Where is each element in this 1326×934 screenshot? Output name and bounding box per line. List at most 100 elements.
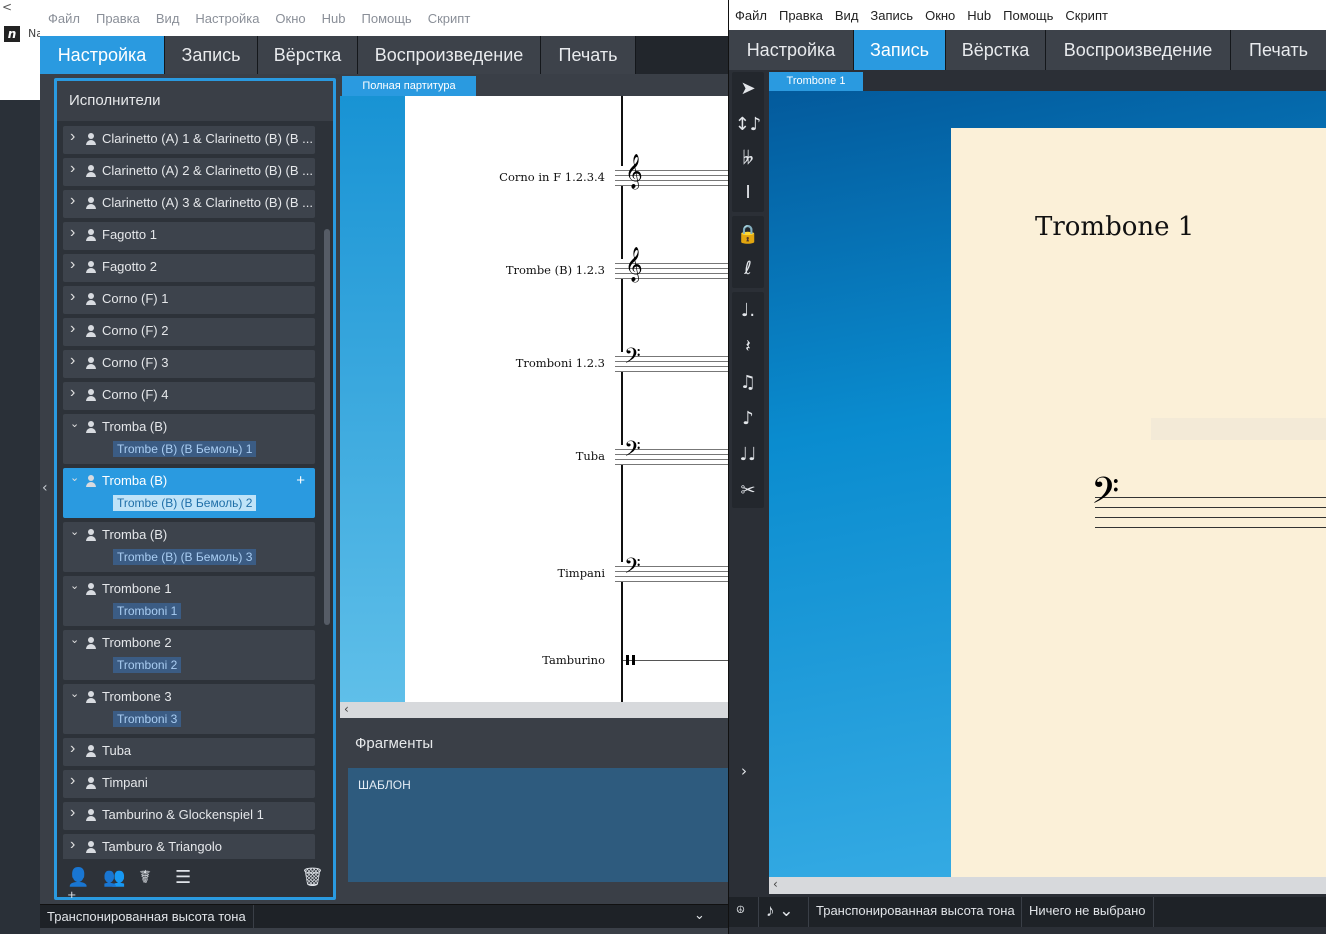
- performer-item[interactable]: ⌄ Trombone 2 Tromboni 2: [63, 630, 315, 680]
- tab-part[interactable]: Trombone 1: [769, 72, 863, 91]
- note-duration-icon[interactable]: ♪ ⌄: [759, 897, 809, 927]
- performer-item[interactable]: › Tuba: [63, 738, 315, 766]
- player-instrument-tag[interactable]: Tromboni 2: [113, 657, 182, 673]
- chevron-right-icon[interactable]: ›: [70, 192, 75, 210]
- back-icon[interactable]: <: [2, 0, 12, 14]
- menu-view[interactable]: Вид: [829, 8, 865, 23]
- note-input-icon[interactable]: ↕♪: [732, 108, 764, 142]
- performer-item[interactable]: ⌄ Tromba (B) Trombe (B) (B Бемоль) 2 +: [63, 468, 315, 518]
- tab-print[interactable]: Печать: [541, 36, 636, 74]
- chevron-down-icon[interactable]: ⌄: [70, 471, 79, 484]
- select-arrow-icon[interactable]: ➤: [732, 72, 764, 106]
- chevron-right-icon[interactable]: ›: [70, 160, 75, 178]
- performer-item[interactable]: › Corno (F) 4: [63, 382, 315, 410]
- performer-item[interactable]: ⌄ Trombone 1 Tromboni 1: [63, 576, 315, 626]
- menu-hub[interactable]: Hub: [314, 11, 354, 26]
- chevron-down-icon[interactable]: ⌄: [70, 633, 79, 646]
- performers-scrollbar[interactable]: [324, 229, 330, 625]
- chevron-down-icon[interactable]: ⌄: [70, 579, 79, 592]
- player-instrument-tag[interactable]: Trombe (B) (B Бемоль) 2: [113, 495, 257, 511]
- chevron-right-icon[interactable]: ›: [70, 740, 75, 758]
- chevron-down-icon[interactable]: ⌄: [70, 525, 79, 538]
- menu-file[interactable]: Файл: [40, 11, 88, 26]
- chevron-right-icon[interactable]: ›: [70, 804, 75, 822]
- chevron-down-icon[interactable]: ⌄: [70, 417, 79, 430]
- group-icon[interactable]: ☰: [175, 867, 199, 889]
- tab-engrave[interactable]: Вёрстка: [946, 30, 1046, 70]
- performer-item[interactable]: › Timpani: [63, 770, 315, 798]
- menu-script[interactable]: Скрипт: [420, 11, 479, 26]
- menu-view[interactable]: Вид: [148, 11, 188, 26]
- performer-item[interactable]: › Corno (F) 2: [63, 318, 315, 346]
- performer-item[interactable]: › Clarinetto (A) 3 & Clarinetto (B) (B ..…: [63, 190, 315, 218]
- app-logo-icon[interactable]: n: [4, 26, 20, 42]
- player-instrument-tag[interactable]: Trombe (B) (B Бемоль) 1: [113, 441, 257, 457]
- chevron-right-icon[interactable]: ›: [70, 320, 75, 338]
- add-performer-icon[interactable]: 👤⁺: [67, 867, 91, 909]
- chord-icon[interactable]: 𝄫: [732, 142, 764, 176]
- performer-item[interactable]: ⌄ Tromba (B) Trombe (B) (B Бемоль) 1: [63, 414, 315, 464]
- menu-file[interactable]: Файл: [729, 8, 773, 23]
- performer-item[interactable]: › Fagotto 2: [63, 254, 315, 282]
- tab-setup[interactable]: Настройка: [40, 36, 165, 74]
- expand-panel-icon[interactable]: ›: [741, 762, 747, 780]
- performer-item[interactable]: › Corno (F) 1: [63, 286, 315, 314]
- menu-edit[interactable]: Правка: [773, 8, 829, 23]
- tab-setup[interactable]: Настройка: [729, 30, 854, 70]
- transposition-status[interactable]: Транспонированная высота тона: [809, 897, 1022, 927]
- menu-hub[interactable]: Hub: [961, 8, 997, 23]
- scroll-left-icon[interactable]: ‹: [344, 702, 349, 716]
- chevron-right-icon[interactable]: ›: [70, 384, 75, 402]
- tie-icon[interactable]: ♩♩: [732, 438, 764, 472]
- menu-script[interactable]: Скрипт: [1059, 8, 1114, 23]
- performer-item[interactable]: › Corno (F) 3: [63, 350, 315, 378]
- tab-write[interactable]: Запись: [854, 30, 946, 70]
- tuplet-icon[interactable]: ♫: [732, 366, 764, 400]
- force-duration-icon[interactable]: ℓ: [732, 252, 764, 286]
- add-section-icon[interactable]: ☤: [139, 867, 163, 889]
- collapse-panel-icon[interactable]: ‹: [42, 480, 48, 496]
- rest-icon[interactable]: 𝄽: [732, 330, 764, 364]
- chevron-right-icon[interactable]: ›: [70, 128, 75, 146]
- tab-play[interactable]: Воспроизведение: [358, 36, 541, 74]
- chevron-right-icon[interactable]: ›: [70, 352, 75, 370]
- chevron-right-icon[interactable]: ›: [70, 224, 75, 242]
- menu-help[interactable]: Помощь: [354, 11, 420, 26]
- menu-setup[interactable]: Настройка: [187, 11, 267, 26]
- tab-full-score[interactable]: Полная партитура: [342, 76, 476, 96]
- performer-item[interactable]: ⌄ Tromba (B) Trombe (B) (B Бемоль) 3: [63, 522, 315, 572]
- performer-item[interactable]: › Tamburino & Glockenspiel 1: [63, 802, 315, 830]
- add-instrument-icon[interactable]: +: [296, 472, 305, 489]
- chevron-right-icon[interactable]: ›: [70, 836, 75, 854]
- performer-item[interactable]: › Fagotto 1: [63, 222, 315, 250]
- fragment-item[interactable]: ШАБЛОН: [358, 778, 411, 792]
- scissors-icon[interactable]: ✂: [732, 474, 764, 508]
- chevron-right-icon[interactable]: ›: [70, 772, 75, 790]
- score-hscrollbar[interactable]: ‹: [340, 702, 728, 718]
- trash-icon[interactable]: 🗑: [301, 867, 325, 889]
- eighth-note-icon[interactable]: ♪: [732, 402, 764, 436]
- scroll-left-icon[interactable]: ‹: [773, 877, 778, 891]
- tab-write[interactable]: Запись: [165, 36, 258, 74]
- keyboard-icon[interactable]: ☮: [729, 897, 759, 927]
- add-ensemble-icon[interactable]: 👥: [103, 867, 127, 889]
- menu-window[interactable]: Окно: [919, 8, 961, 23]
- performer-item[interactable]: ⌄ Trombone 3 Tromboni 3: [63, 684, 315, 734]
- transposition-status[interactable]: Транспонированная высота тона: [40, 905, 254, 929]
- chevron-right-icon[interactable]: ›: [70, 256, 75, 274]
- tab-play[interactable]: Воспроизведение: [1046, 30, 1231, 70]
- insert-icon[interactable]: I: [732, 176, 764, 210]
- performer-item[interactable]: › Tamburo & Triangolo: [63, 834, 315, 862]
- chevron-down-icon[interactable]: ⌄: [694, 908, 705, 923]
- performer-item[interactable]: › Clarinetto (A) 1 & Clarinetto (B) (B ..…: [63, 126, 315, 154]
- tab-print[interactable]: Печать: [1231, 30, 1326, 70]
- player-instrument-tag[interactable]: Trombe (B) (B Бемоль) 3: [113, 549, 257, 565]
- menu-write[interactable]: Запись: [864, 8, 919, 23]
- menu-edit[interactable]: Правка: [88, 11, 148, 26]
- chevron-down-icon[interactable]: ⌄: [70, 687, 79, 700]
- player-instrument-tag[interactable]: Tromboni 3: [113, 711, 182, 727]
- part-hscrollbar[interactable]: ‹: [769, 877, 1326, 894]
- tab-engrave[interactable]: Вёрстка: [258, 36, 358, 74]
- performer-item[interactable]: › Clarinetto (A) 2 & Clarinetto (B) (B ..…: [63, 158, 315, 186]
- menu-window[interactable]: Окно: [267, 11, 313, 26]
